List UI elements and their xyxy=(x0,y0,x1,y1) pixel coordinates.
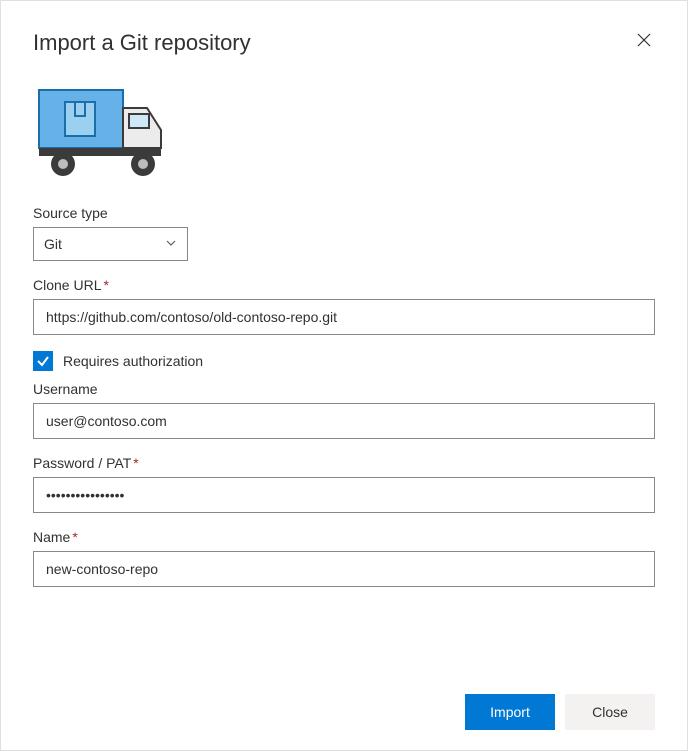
source-type-label: Source type xyxy=(33,205,655,221)
close-button[interactable]: Close xyxy=(565,694,655,730)
source-type-field: Source type Git xyxy=(33,205,655,261)
name-label: Name* xyxy=(33,529,655,545)
source-type-value: Git xyxy=(44,236,62,252)
name-input[interactable] xyxy=(33,551,655,587)
import-git-repo-dialog: Import a Git repository Source type Git xyxy=(0,0,688,751)
clone-url-field: Clone URL* xyxy=(33,277,655,335)
source-type-select[interactable]: Git xyxy=(33,227,188,261)
username-field: Username xyxy=(33,381,655,439)
dialog-header: Import a Git repository xyxy=(33,29,655,58)
password-field: Password / PAT* xyxy=(33,455,655,513)
username-input[interactable] xyxy=(33,403,655,439)
truck-illustration xyxy=(33,86,655,183)
import-button[interactable]: Import xyxy=(465,694,555,730)
requires-auth-label[interactable]: Requires authorization xyxy=(63,353,203,369)
chevron-down-icon xyxy=(165,236,177,252)
clone-url-input[interactable] xyxy=(33,299,655,335)
password-input[interactable] xyxy=(33,477,655,513)
dialog-footer: Import Close xyxy=(465,694,655,730)
clone-url-label: Clone URL* xyxy=(33,277,655,293)
name-field: Name* xyxy=(33,529,655,587)
dialog-title: Import a Git repository xyxy=(33,29,251,58)
password-label: Password / PAT* xyxy=(33,455,655,471)
requires-auth-checkbox[interactable] xyxy=(33,351,53,371)
requires-auth-row: Requires authorization xyxy=(33,351,655,371)
close-icon[interactable] xyxy=(633,29,655,51)
username-label: Username xyxy=(33,381,655,397)
